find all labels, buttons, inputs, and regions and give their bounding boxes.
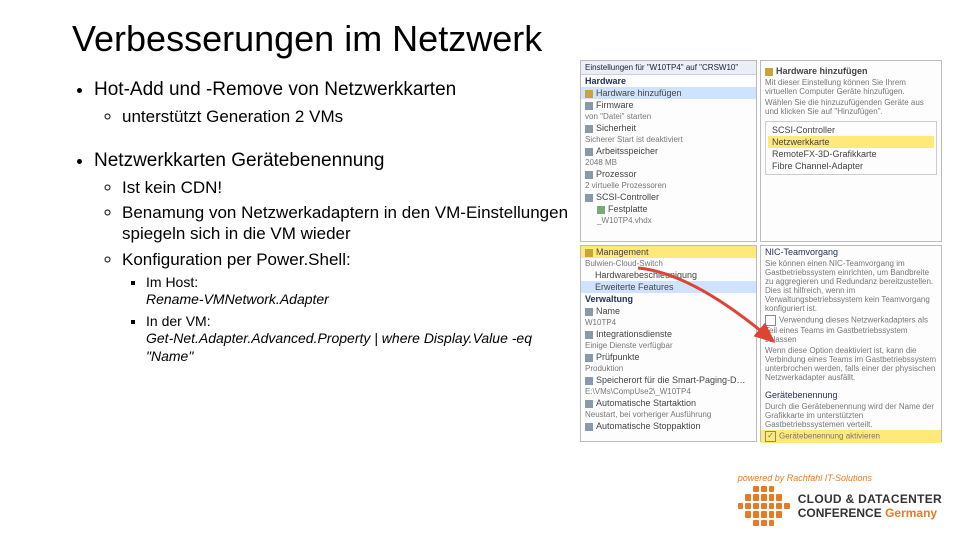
body-text: Hot-Add und -Remove von Netzwerkkarten u… <box>72 78 582 369</box>
powered-by: powered by Rachfahl IT-Solutions <box>738 473 942 483</box>
screenshot-management-tree: Management Bulwien-Cloud-Switch Hardware… <box>580 245 757 442</box>
screenshot-device-naming: NIC-Teamvorgang Sie können einen NIC-Tea… <box>760 245 942 442</box>
bullet-1a: unterstützt Generation 2 VMs <box>122 106 582 127</box>
bullet-2c: Konfiguration per Power.Shell: <box>122 249 582 270</box>
bullet-2b: Benamung von Netzwerkadaptern in den VM-… <box>122 202 582 245</box>
bullet-2a: Ist kein CDN! <box>122 177 582 198</box>
slide-title: Verbesserungen im Netzwerk <box>72 18 542 60</box>
logo-line2: CONFERENCE Germany <box>798 506 942 520</box>
logo-line1: CLOUD & DATACENTER <box>798 492 942 506</box>
bullet-2c1: Im Host: Rename-VMNetwork.Adapter <box>146 274 582 309</box>
screenshot-add-hardware: Hardware hinzufügen Mit dieser Einstellu… <box>760 60 942 242</box>
bullet-1: Hot-Add und -Remove von Netzwerkkarten <box>94 78 582 102</box>
bullet-2c2: In der VM: Get-Net.Adapter.Advanced.Prop… <box>146 313 582 366</box>
footer-logo: powered by Rachfahl IT-Solutions CLOUD &… <box>738 473 942 526</box>
screenshot-settings-tree: Einstellungen für "W10TP4" auf "CRSW10" … <box>580 60 757 242</box>
logo-icon <box>738 486 790 526</box>
bullet-2: Netzwerkkarten Gerätebenennung <box>94 149 582 173</box>
